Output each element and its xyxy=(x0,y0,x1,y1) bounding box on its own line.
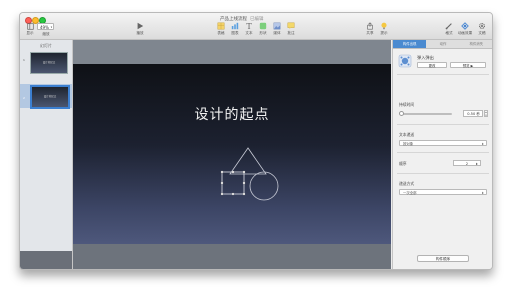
app-window: 产品上线流程 已编辑 显示 49% ▾ 缩放 播放 表格 图表 T 文本 形状 … xyxy=(19,12,493,270)
slide-navigator: 幻灯片 1 设计的起点 2 设计的起点 xyxy=(20,40,73,269)
animate-inspector: 构件出现 动作 构件消失 弹入弹出 更改 预览 ▶ 持续时间 0.50 秒 ▴ ▾… xyxy=(392,40,492,269)
inspector-tabs: 构件出现 动作 构件消失 xyxy=(393,40,492,49)
shape-button[interactable]: 形状 xyxy=(257,22,269,36)
circle-shape[interactable] xyxy=(249,171,279,201)
text-delivery-popup[interactable]: 按对象 ⬍ xyxy=(399,140,487,146)
table-button[interactable]: 表格 xyxy=(215,22,227,36)
media-label: 媒体 xyxy=(273,31,281,35)
media-icon xyxy=(273,22,281,30)
document-label: 文稿 xyxy=(478,31,486,35)
media-button[interactable]: 媒体 xyxy=(271,22,283,36)
delivery-style-label: 递送方式 xyxy=(399,181,415,186)
view-icon xyxy=(26,23,34,30)
comment-icon xyxy=(287,22,295,30)
duration-slider-track[interactable] xyxy=(400,113,452,115)
divider xyxy=(397,74,489,75)
text-icon: T xyxy=(246,22,252,30)
shape-label: 形状 xyxy=(259,31,267,35)
tab-build-in[interactable]: 构件出现 xyxy=(393,40,427,48)
shape-icon xyxy=(259,22,267,30)
navigator-title: 幻灯片 xyxy=(40,43,52,48)
play-label: 播放 xyxy=(136,31,144,35)
slide-canvas[interactable]: 设计的起点 xyxy=(73,40,391,269)
square-shape[interactable] xyxy=(221,171,245,195)
play-button[interactable]: 播放 xyxy=(133,22,147,36)
order-value: 2 xyxy=(465,162,469,166)
view-label: 显示 xyxy=(26,31,34,35)
play-icon xyxy=(137,22,144,30)
order-label: 顺序 xyxy=(399,161,407,166)
slide-number: 1 xyxy=(23,58,25,62)
format-button[interactable]: 格式 xyxy=(442,22,456,36)
text-button[interactable]: T 文本 xyxy=(243,22,255,36)
navigator-footer xyxy=(20,251,72,269)
view-button[interactable]: 显示 xyxy=(25,23,35,36)
format-label: 格式 xyxy=(445,31,453,35)
share-label: 共享 xyxy=(366,31,374,35)
canvas-footer xyxy=(73,244,391,269)
divider xyxy=(397,152,489,153)
table-label: 表格 xyxy=(217,31,225,35)
zoom-label-wrap: 缩放 xyxy=(40,32,52,37)
current-slide[interactable]: 设计的起点 xyxy=(73,64,391,244)
selection-handles[interactable] xyxy=(220,170,246,196)
table-icon xyxy=(217,22,225,30)
gear-icon xyxy=(479,23,485,29)
comment-label: 批注 xyxy=(287,31,295,35)
tab-action[interactable]: 动作 xyxy=(426,40,459,48)
delivery-style-value: 一次全部 xyxy=(403,191,417,195)
play-icon: ▶ xyxy=(470,64,474,68)
chart-icon xyxy=(231,22,239,30)
animate-label: 动画效果 xyxy=(457,31,473,35)
duration-slider-knob[interactable] xyxy=(399,111,404,116)
share-button[interactable]: 共享 xyxy=(364,22,376,36)
slide-thumbnail-selected[interactable]: 设计的起点 xyxy=(30,85,70,109)
tips-button[interactable]: 提示 xyxy=(378,22,390,36)
duration-field[interactable]: 0.50 秒 xyxy=(463,110,483,117)
delivery-style-popup[interactable]: 一次全部 ⬍ xyxy=(399,189,487,195)
effect-name: 弹入弹出 xyxy=(417,55,434,60)
order-popup[interactable]: 2 ⬍ xyxy=(453,160,481,166)
text-delivery-label: 文本递送 xyxy=(399,132,415,137)
thumbnail-title: 设计的起点 xyxy=(42,61,56,64)
text-delivery-value: 按对象 xyxy=(403,142,414,146)
build-order-button[interactable]: 构件顺序 xyxy=(417,255,469,262)
chevron-updown-icon: ⬍ xyxy=(481,191,484,195)
effect-preview-icon xyxy=(398,54,412,68)
divider xyxy=(397,173,489,174)
chevron-updown-icon: ⬍ xyxy=(481,142,484,146)
paintbrush-icon xyxy=(445,23,452,30)
divider xyxy=(397,124,489,125)
zoom-label: 缩放 xyxy=(42,32,50,36)
duration-stepper[interactable]: ▴ ▾ xyxy=(484,110,488,117)
diamond-icon xyxy=(461,22,469,30)
chart-button[interactable]: 图表 xyxy=(229,22,241,36)
chevron-down-icon: ▾ xyxy=(50,26,52,29)
slide-title[interactable]: 设计的起点 xyxy=(73,104,391,124)
chevron-updown-icon: ⬍ xyxy=(475,162,478,166)
document-button[interactable]: 文稿 xyxy=(475,22,489,36)
zoom-select[interactable]: 49% ▾ xyxy=(37,23,54,30)
tab-build-out[interactable]: 构件消失 xyxy=(460,40,492,48)
triangle-shape[interactable] xyxy=(229,147,267,175)
preview-label: 预览 xyxy=(462,64,470,68)
share-icon xyxy=(367,22,373,30)
duration-label: 持续时间 xyxy=(399,102,415,107)
comment-button[interactable]: 批注 xyxy=(285,22,297,36)
animate-button[interactable]: 动画效果 xyxy=(457,22,473,36)
slide-thumbnail[interactable]: 设计的起点 xyxy=(30,52,68,74)
toolbar: 产品上线流程 已编辑 显示 49% ▾ 缩放 播放 表格 图表 T 文本 形状 … xyxy=(20,13,492,40)
text-label: 文本 xyxy=(245,31,253,35)
chart-label: 图表 xyxy=(231,31,239,35)
preview-effect-button[interactable]: 预览 ▶ xyxy=(450,62,486,68)
slide-shapes[interactable] xyxy=(218,146,290,204)
slide-number: 2 xyxy=(23,96,25,100)
zoom-value: 49% xyxy=(40,25,49,30)
lightbulb-icon xyxy=(381,22,387,30)
thumbnail-title: 设计的起点 xyxy=(43,95,57,98)
change-effect-button[interactable]: 更改 xyxy=(417,62,447,68)
svg-text:T: T xyxy=(246,22,252,30)
tips-label: 提示 xyxy=(380,31,388,35)
